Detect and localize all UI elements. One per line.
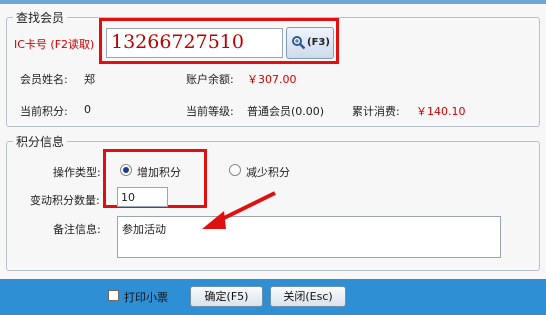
remark-input[interactable]: 参加活动 (117, 216, 501, 258)
amount-label: 变动积分数量: (30, 194, 100, 207)
member-search-legend: 查找会员 (16, 11, 65, 25)
close-button[interactable]: 关闭(Esc) (270, 286, 346, 307)
current-points-label: 当前积分: (20, 105, 68, 118)
card-highlight-box (99, 18, 339, 64)
arrow-annotation-icon (202, 191, 276, 229)
reduce-points-radio[interactable] (229, 164, 241, 176)
member-name-value: 郑 (84, 73, 95, 86)
reduce-points-label[interactable]: 减少积分 (246, 164, 290, 180)
amount-input[interactable]: 10 (117, 187, 168, 207)
add-points-radio[interactable] (120, 164, 132, 176)
print-receipt-label[interactable]: 打印小票 (124, 289, 168, 305)
current-level-label: 当前等级: (186, 105, 234, 118)
balance-label: 账户余额: (186, 73, 234, 86)
main-panel: 查找会员 IC卡号 (F2读取) 13266727510 (F3) 会员姓名: … (0, 4, 546, 279)
points-info-legend: 积分信息 (16, 135, 65, 149)
current-points-value: 0 (84, 103, 91, 116)
total-spend-label: 累计消费: (352, 105, 400, 118)
balance-value: ￥307.00 (247, 73, 297, 86)
footer-bar: 打印小票 确定(F5) 关闭(Esc) (0, 279, 546, 315)
current-level-value: 普通会员(0.00) (247, 105, 325, 118)
remark-label: 备注信息: (53, 223, 101, 236)
add-points-label[interactable]: 增加积分 (137, 164, 181, 180)
card-number-label: IC卡号 (F2读取) (14, 38, 95, 51)
print-receipt-checkbox[interactable] (108, 290, 119, 301)
operation-type-label: 操作类型: (53, 166, 101, 179)
total-spend-value: ￥140.10 (416, 105, 466, 118)
confirm-button[interactable]: 确定(F5) (190, 286, 263, 307)
member-name-label: 会员姓名: (20, 73, 68, 86)
